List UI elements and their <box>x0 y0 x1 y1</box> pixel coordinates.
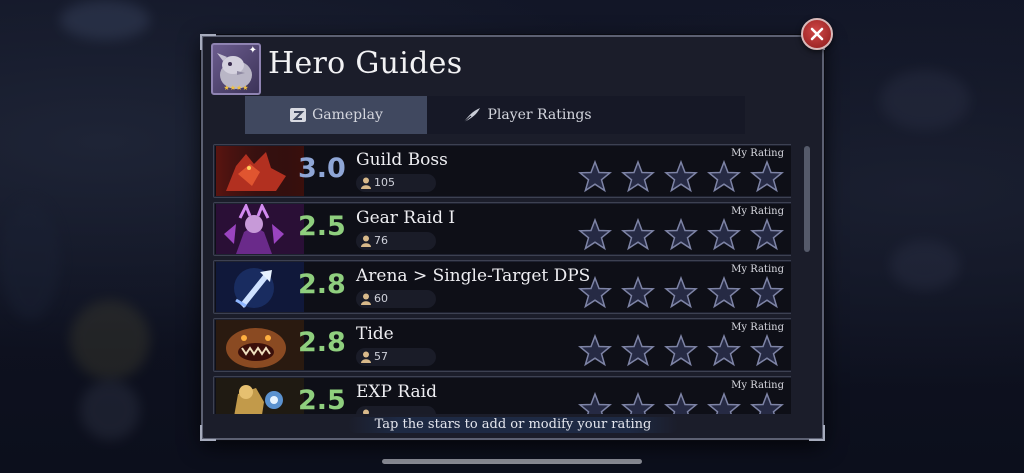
star-outline-icon[interactable] <box>664 160 698 193</box>
tab-bar: Gameplay Player Ratings <box>245 96 745 134</box>
guide-thumbnail <box>216 320 304 370</box>
star-outline-icon[interactable] <box>621 334 655 367</box>
guide-name: EXP Raid <box>356 382 437 402</box>
user-icon <box>361 177 371 189</box>
my-rating-stars <box>578 334 784 367</box>
list-item[interactable]: 2.8 Tide 57 My Rating <box>213 318 791 372</box>
user-icon <box>361 351 371 363</box>
star-outline-icon[interactable] <box>578 276 612 309</box>
rating-count: 57 <box>356 348 436 366</box>
my-rating-stars <box>578 218 784 251</box>
hint-bar: Tap the stars to add or modify your rati… <box>348 417 678 433</box>
rating-count-value: 57 <box>374 350 388 363</box>
star-outline-icon[interactable] <box>707 218 741 251</box>
star-outline-icon[interactable] <box>578 334 612 367</box>
star-outline-icon[interactable] <box>750 392 784 414</box>
rating-count: 76 <box>356 232 436 250</box>
list-scrollbar[interactable] <box>804 146 810 252</box>
star-outline-icon[interactable] <box>707 160 741 193</box>
demon-queen-thumbnail <box>216 204 304 254</box>
hero-rarity-stars: ★★★★ <box>223 84 249 92</box>
star-outline-icon[interactable] <box>578 218 612 251</box>
panel-corner <box>809 425 825 441</box>
star-outline-icon[interactable] <box>621 392 655 414</box>
panel-corner <box>200 425 216 441</box>
page-title: Hero Guides <box>268 46 463 81</box>
my-rating-stars <box>578 160 784 193</box>
star-outline-icon[interactable] <box>707 334 741 367</box>
list-item[interactable]: 2.5 Gear Raid I 76 My Rating <box>213 202 791 256</box>
average-score: 2.8 <box>298 269 346 300</box>
star-outline-icon[interactable] <box>621 276 655 309</box>
star-outline-icon[interactable] <box>750 276 784 309</box>
rating-count-value: 76 <box>374 234 388 247</box>
tab-gameplay-label: Gameplay <box>312 107 383 123</box>
guide-list: 3.0 Guild Boss 105 My Rating 2.5 Gear Ra… <box>213 144 791 414</box>
guide-name: Gear Raid I <box>356 208 456 228</box>
home-indicator <box>382 459 642 464</box>
my-rating-label: My Rating <box>731 264 784 275</box>
feather-quill-icon <box>464 108 481 123</box>
my-rating-label: My Rating <box>731 206 784 217</box>
guide-name: Guild Boss <box>356 150 448 170</box>
star-outline-icon[interactable] <box>621 218 655 251</box>
star-outline-icon[interactable] <box>664 218 698 251</box>
exp-raid-thumbnail <box>216 378 304 414</box>
user-icon <box>361 235 371 247</box>
guide-name: Tide <box>356 324 394 344</box>
rating-count-value: 105 <box>374 176 395 189</box>
tab-player-ratings-label: Player Ratings <box>487 107 592 123</box>
star-outline-icon[interactable] <box>750 218 784 251</box>
star-outline-icon[interactable] <box>578 160 612 193</box>
tab-player-ratings[interactable]: Player Ratings <box>427 96 627 134</box>
guide-thumbnail <box>216 204 304 254</box>
my-rating-stars <box>578 276 784 309</box>
star-outline-icon[interactable] <box>707 276 741 309</box>
rating-count-value: 60 <box>374 292 388 305</box>
user-icon <box>361 293 371 305</box>
dragon-boss-thumbnail <box>216 146 304 196</box>
list-item[interactable]: 2.5 EXP Raid My Rating <box>213 376 791 414</box>
star-outline-icon[interactable] <box>750 334 784 367</box>
hero-portrait: ✦ ★★★★ <box>211 43 261 95</box>
close-icon <box>810 27 824 41</box>
star-outline-icon[interactable] <box>750 160 784 193</box>
close-button[interactable] <box>801 18 833 50</box>
guide-thumbnail <box>216 378 304 414</box>
star-outline-icon[interactable] <box>621 160 655 193</box>
my-rating-stars <box>578 392 784 414</box>
guide-thumbnail <box>216 146 304 196</box>
average-score: 2.8 <box>298 327 346 358</box>
tide-monster-thumbnail <box>216 320 304 370</box>
star-outline-icon[interactable] <box>707 392 741 414</box>
sparkle-icon: ✦ <box>248 45 257 56</box>
star-outline-icon[interactable] <box>664 392 698 414</box>
rating-hint: Tap the stars to add or modify your rati… <box>374 417 652 432</box>
rating-count <box>356 406 436 414</box>
list-item[interactable]: 2.8 Arena > Single-Target DPS 60 My Rati… <box>213 260 791 314</box>
rating-count: 105 <box>356 174 436 192</box>
my-rating-label: My Rating <box>731 148 784 159</box>
average-score: 3.0 <box>298 153 346 184</box>
guide-thumbnail <box>216 262 304 312</box>
guide-name: Arena > Single-Target DPS <box>356 266 591 286</box>
rating-count: 60 <box>356 290 436 308</box>
arena-sword-thumbnail <box>216 262 304 312</box>
user-icon <box>363 409 369 414</box>
list-item[interactable]: 3.0 Guild Boss 105 My Rating <box>213 144 791 198</box>
tab-gameplay[interactable]: Gameplay <box>245 96 427 134</box>
star-outline-icon[interactable] <box>664 334 698 367</box>
my-rating-label: My Rating <box>731 322 784 333</box>
average-score: 2.5 <box>298 385 346 414</box>
hero-guides-panel: ✦ ★★★★ Hero Guides Gameplay Player Ratin… <box>200 34 825 441</box>
my-rating-label: My Rating <box>731 380 784 391</box>
gameplay-icon <box>290 108 307 122</box>
star-outline-icon[interactable] <box>578 392 612 414</box>
star-outline-icon[interactable] <box>664 276 698 309</box>
average-score: 2.5 <box>298 211 346 242</box>
